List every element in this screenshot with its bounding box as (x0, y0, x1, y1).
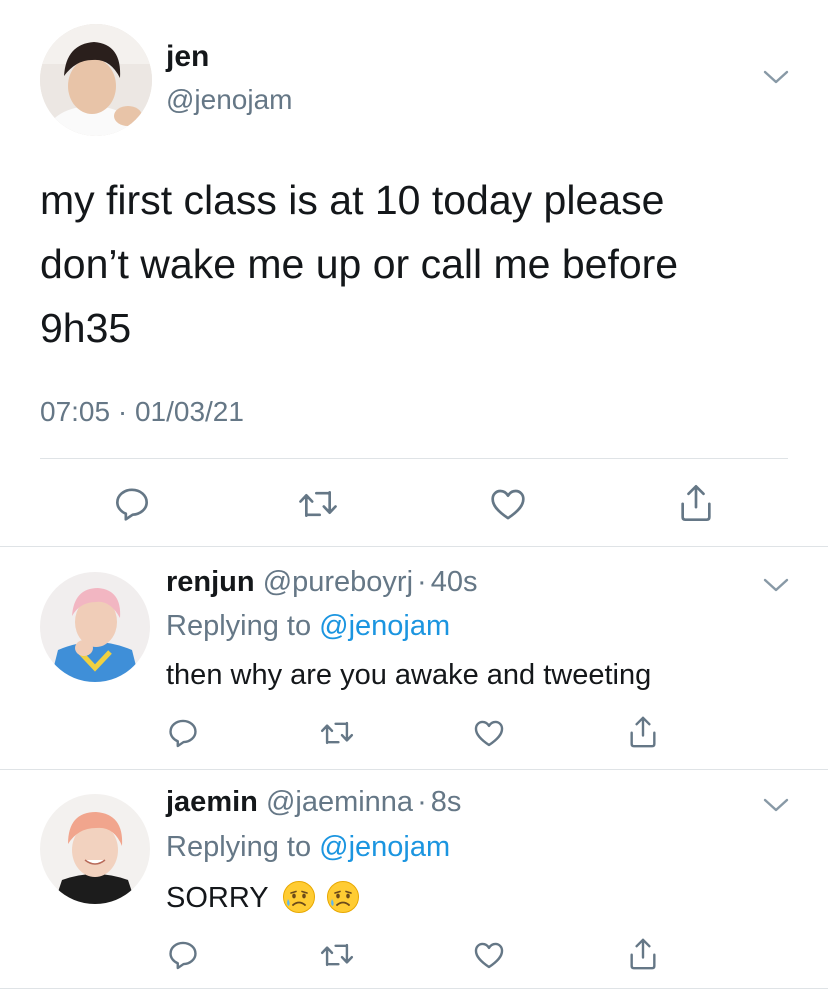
reply-time[interactable]: 8s (431, 786, 462, 818)
sad-sweat-emoji (326, 880, 360, 914)
share-icon[interactable] (626, 714, 660, 750)
chevron-down-icon[interactable] (762, 576, 790, 594)
avatar-jaemin[interactable] (40, 794, 150, 904)
divider (0, 769, 828, 770)
reply-time[interactable]: 40s (431, 566, 478, 598)
share-icon[interactable] (676, 482, 716, 524)
tweet-timestamp: 07:05 · 01/03/21 (40, 396, 244, 427)
reply-icon[interactable] (166, 716, 200, 750)
reply-icon[interactable] (166, 938, 200, 972)
retweet-icon[interactable] (318, 716, 356, 750)
avatar-renjun[interactable] (40, 572, 150, 682)
user-handle[interactable]: @jenojam (166, 84, 292, 116)
display-name[interactable]: jaemin (166, 786, 258, 818)
reply-text-line: SORRY (166, 880, 360, 915)
divider (40, 458, 788, 459)
replying-to-handle[interactable]: @jenojam (319, 831, 450, 863)
user-handle[interactable]: @pureboyrj (263, 566, 413, 598)
replying-to: Replying to @jenojam (166, 610, 450, 643)
like-icon[interactable] (472, 716, 506, 750)
display-name[interactable]: jen (166, 40, 209, 74)
divider (0, 988, 828, 989)
sad-sweat-emoji (282, 880, 316, 914)
chevron-down-icon[interactable] (762, 796, 790, 814)
replying-to: Replying to @jenojam (166, 831, 450, 864)
share-icon[interactable] (626, 936, 660, 972)
reply-header: renjun @pureboyrj · 40s (166, 566, 477, 599)
separator: · (417, 566, 427, 598)
chevron-down-icon[interactable] (762, 68, 790, 86)
reply-text: then why are you awake and tweeting (166, 659, 652, 691)
user-handle[interactable]: @jaeminna (266, 786, 413, 818)
replying-to-handle[interactable]: @jenojam (319, 610, 450, 642)
replying-label: Replying to (166, 610, 312, 642)
reply-header: jaemin @jaeminna · 8s (166, 786, 461, 819)
replying-label: Replying to (166, 831, 312, 863)
reply-icon[interactable] (112, 484, 152, 524)
tweet-text: my first class is at 10 today please don… (40, 177, 679, 351)
avatar-jen[interactable] (40, 24, 152, 136)
like-icon[interactable] (488, 484, 528, 524)
retweet-icon[interactable] (296, 484, 340, 524)
separator: · (417, 786, 427, 818)
display-name[interactable]: renjun (166, 566, 255, 598)
reply-text: SORRY (166, 882, 269, 914)
retweet-icon[interactable] (318, 938, 356, 972)
like-icon[interactable] (472, 938, 506, 972)
divider (0, 546, 828, 547)
